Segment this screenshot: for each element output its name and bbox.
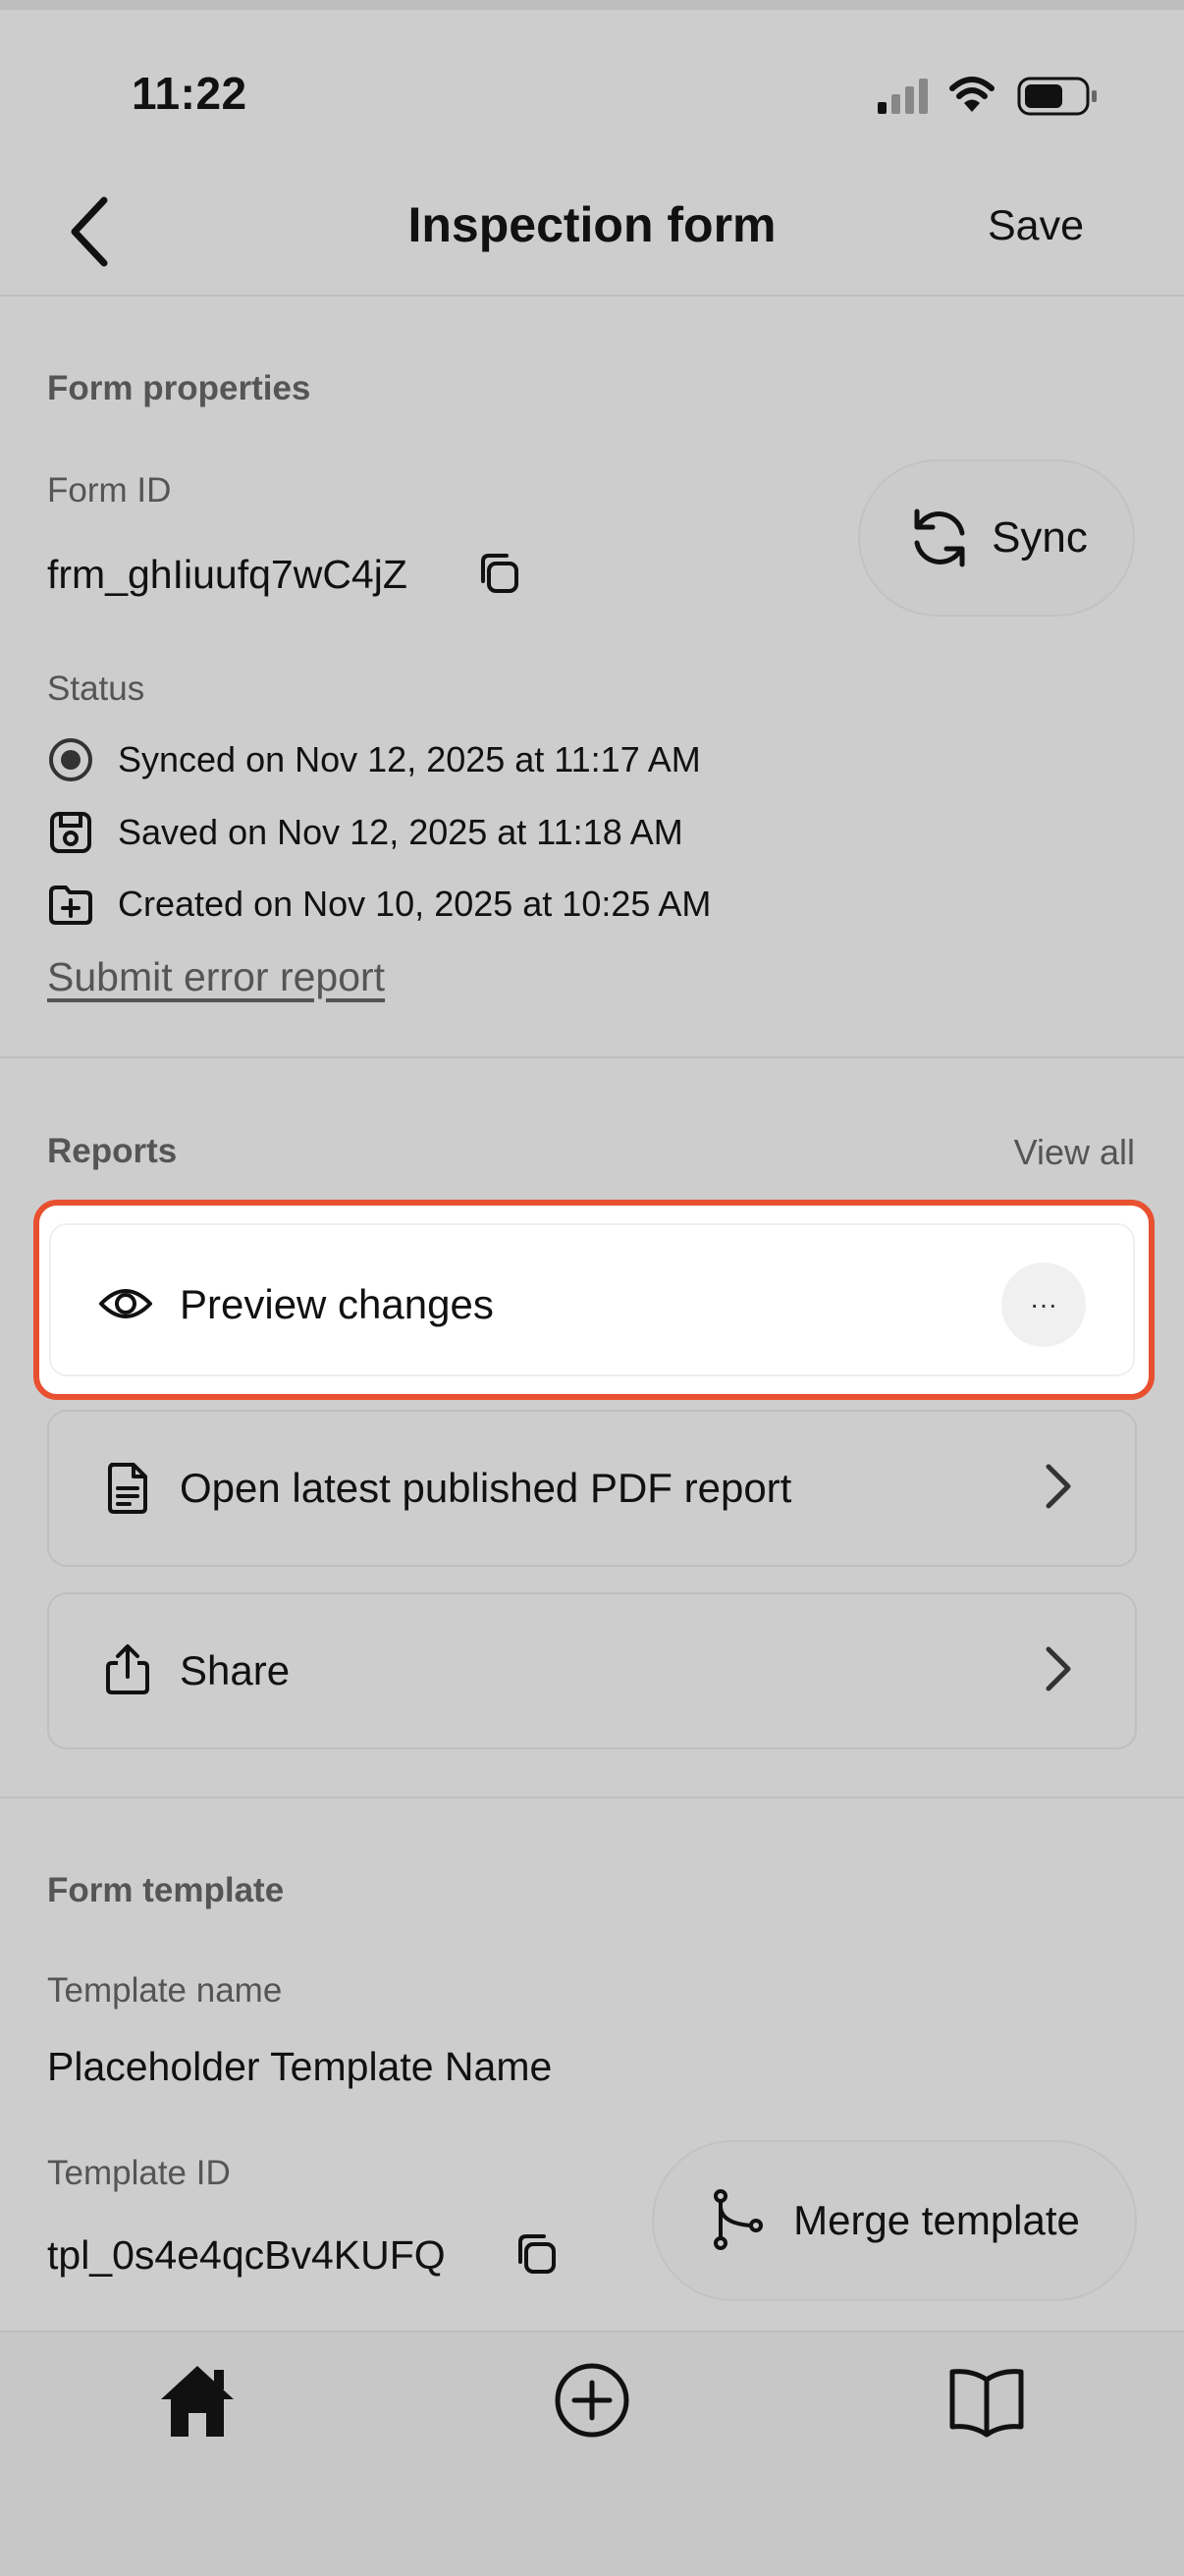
home-icon <box>161 2366 234 2437</box>
status-label: Status <box>47 670 145 708</box>
sync-icon <box>914 509 965 567</box>
open-pdf-report-label: Open latest published PDF report <box>180 1465 792 1511</box>
section-divider <box>0 1797 1184 1798</box>
submit-error-report-link[interactable]: Submit error report <box>47 954 385 1000</box>
sync-label: Sync <box>992 513 1088 562</box>
status-created-text: Created on Nov 10, 2025 at 10:25 AM <box>118 884 712 924</box>
add-circle-icon <box>555 2363 629 2438</box>
status-row-created: Created on Nov 10, 2025 at 10:25 AM <box>47 880 711 929</box>
status-synced-text: Synced on Nov 12, 2025 at 11:17 AM <box>118 739 701 779</box>
tab-add[interactable] <box>548 2356 636 2444</box>
header-divider <box>0 295 1184 296</box>
template-id-value: tpl_0s4e4qcBv4KUFQ <box>47 2232 446 2278</box>
merge-template-button[interactable]: Merge template <box>652 2140 1137 2301</box>
tab-library[interactable] <box>942 2356 1031 2444</box>
preview-changes-label: Preview changes <box>180 1281 494 1327</box>
top-strip <box>0 0 1184 10</box>
section-title-form-properties: Form properties <box>47 369 311 407</box>
battery-icon <box>1017 77 1097 116</box>
wifi-icon <box>949 77 995 112</box>
status-row-synced: Synced on Nov 12, 2025 at 11:17 AM <box>47 735 701 784</box>
copy-form-id-button[interactable] <box>475 550 522 597</box>
status-row-saved: Saved on Nov 12, 2025 at 11:18 AM <box>47 808 683 857</box>
folder-plus-icon <box>49 886 92 925</box>
share-icon <box>100 1641 155 1696</box>
section-divider <box>0 1056 1184 1058</box>
template-id-label: Template ID <box>47 2154 231 2192</box>
section-title-form-template: Form template <box>47 1871 285 1909</box>
save-icon <box>50 812 91 853</box>
radio-selected-icon <box>49 738 92 781</box>
share-label: Share <box>180 1647 291 1693</box>
more-options-button[interactable]: ··· <box>1001 1262 1086 1347</box>
template-name-label: Template name <box>47 1971 283 2010</box>
template-name-value: Placeholder Template Name <box>47 2044 553 2089</box>
more-icon: ··· <box>1030 1289 1057 1319</box>
copy-icon <box>518 2234 556 2274</box>
tab-home[interactable] <box>153 2356 242 2444</box>
section-title-reports: Reports <box>47 1132 178 1170</box>
merge-icon <box>714 2189 764 2250</box>
eye-icon <box>98 1276 153 1331</box>
copy-icon <box>481 554 518 593</box>
status-saved-text: Saved on Nov 12, 2025 at 11:18 AM <box>118 812 683 852</box>
merge-template-label: Merge template <box>793 2197 1080 2243</box>
form-id-label: Form ID <box>47 471 172 510</box>
sync-button[interactable]: Sync <box>858 459 1135 617</box>
chevron-right-icon <box>1039 1457 1078 1516</box>
chevron-right-icon <box>1039 1639 1078 1698</box>
copy-template-id-button[interactable] <box>512 2230 560 2278</box>
status-icons <box>874 71 1100 120</box>
document-icon <box>100 1461 155 1516</box>
view-all-link[interactable]: View all <box>1014 1132 1135 1173</box>
save-button[interactable]: Save <box>988 202 1084 250</box>
cellular-signal-icon <box>878 79 928 114</box>
book-icon <box>949 2369 1024 2438</box>
status-time: 11:22 <box>132 68 247 119</box>
form-id-value: frm_ghIiuufq7wC4jZ <box>47 552 407 597</box>
